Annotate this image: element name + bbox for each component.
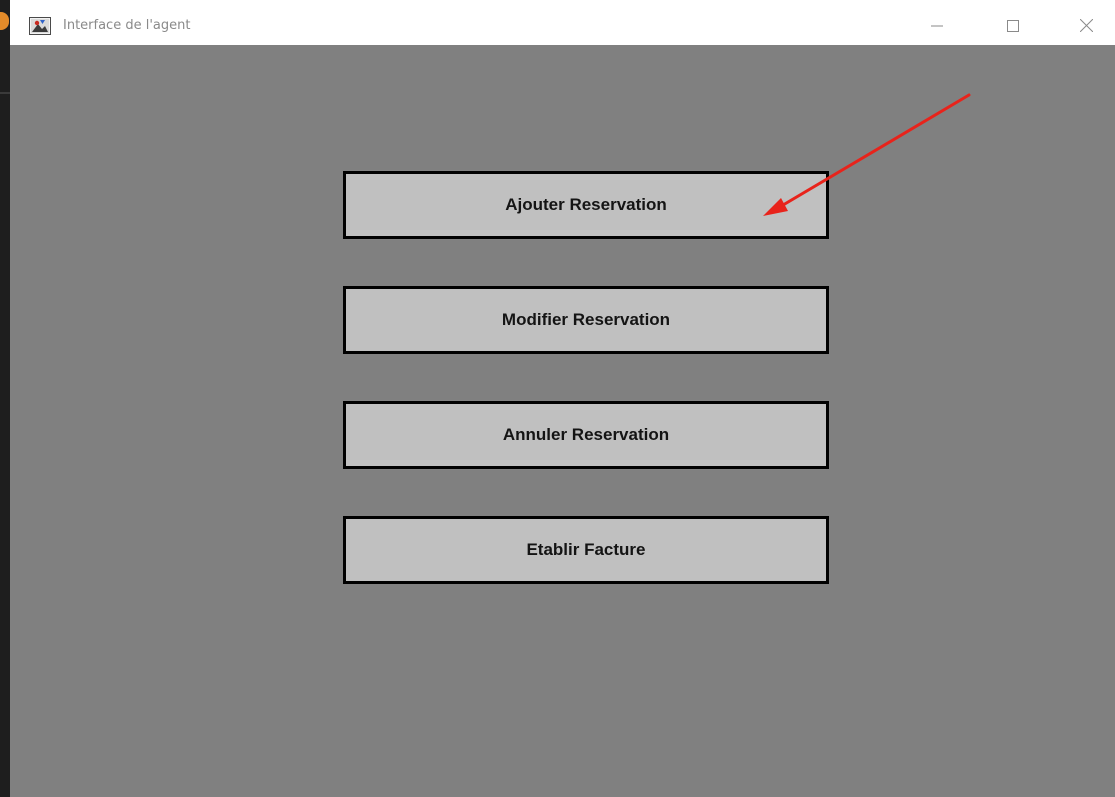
close-button[interactable] <box>1063 7 1109 45</box>
agent-window: Interface de l'agent Ajouter Reservation… <box>10 7 1115 797</box>
maximize-icon <box>1007 17 1019 36</box>
minimize-icon <box>931 17 943 36</box>
java-app-icon <box>29 17 51 35</box>
ajouter-reservation-button[interactable]: Ajouter Reservation <box>343 171 829 239</box>
title-bar[interactable]: Interface de l'agent <box>10 7 1115 46</box>
minimize-button[interactable] <box>914 7 960 45</box>
divider <box>0 92 10 94</box>
window-title: Interface de l'agent <box>63 18 191 33</box>
maximize-button[interactable] <box>990 7 1036 45</box>
background-app-icon <box>0 12 9 30</box>
screen: Interface de l'agent Ajouter Reservation… <box>0 0 1115 797</box>
close-icon <box>1079 17 1093 36</box>
annuler-reservation-button[interactable]: Annuler Reservation <box>343 401 829 469</box>
modifier-reservation-button[interactable]: Modifier Reservation <box>343 286 829 354</box>
content-panel: Ajouter Reservation Modifier Reservation… <box>10 45 1115 797</box>
etablir-facture-button[interactable]: Etablir Facture <box>343 516 829 584</box>
background-window-edge <box>0 0 10 797</box>
